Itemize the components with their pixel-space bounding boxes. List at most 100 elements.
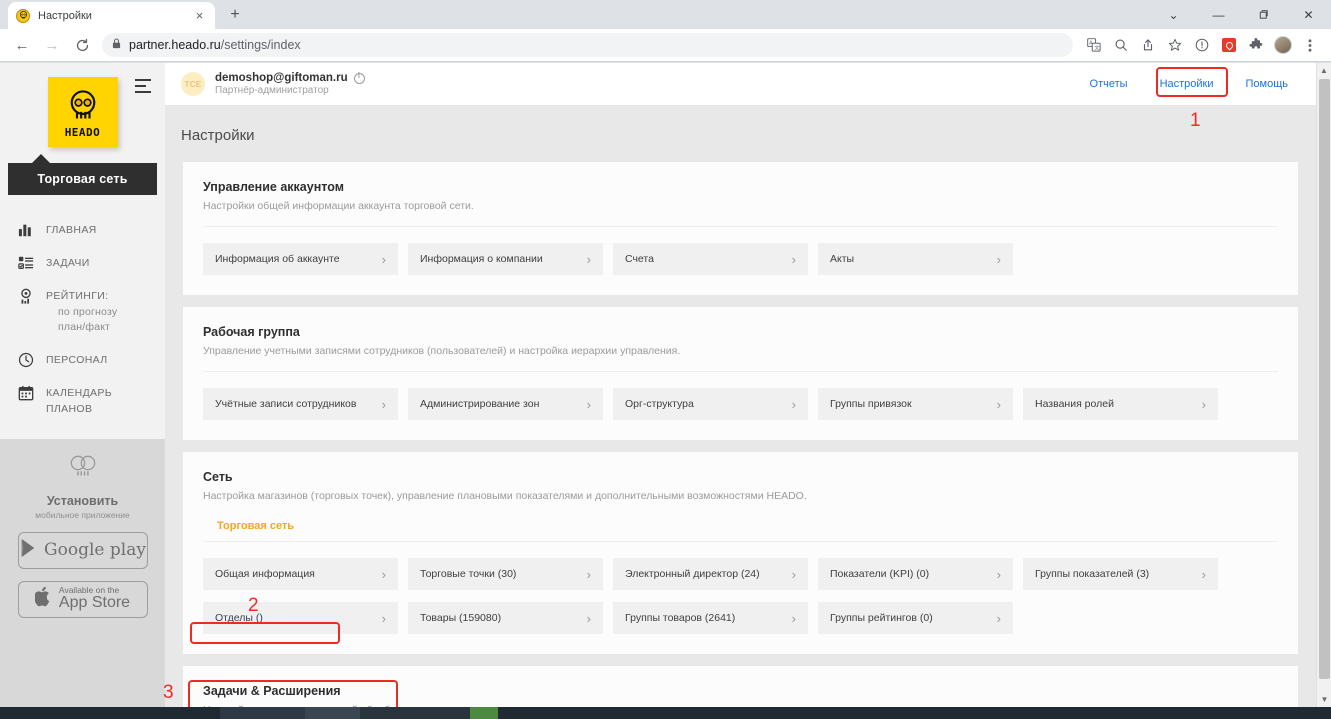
tile-kpi-groups[interactable]: Группы показателей (3) › — [1023, 558, 1218, 590]
os-taskbar — [0, 707, 1331, 719]
tile-label: Группы товаров (2641) — [625, 612, 736, 624]
top-nav: Отчеты Настройки Помощь — [1076, 69, 1302, 99]
section-description: Настройка магазинов (торговых точек), уп… — [203, 490, 807, 502]
taskbar-segment — [498, 707, 1331, 719]
scroll-up-arrow-icon[interactable]: ▲ — [1317, 63, 1331, 78]
nav-settings[interactable]: Настройки — [1146, 69, 1228, 99]
mobile-app-promo: Установить мобильное приложение Google p… — [0, 438, 165, 707]
new-tab-button[interactable]: + — [221, 1, 249, 29]
tile-trade-points[interactable]: Торговые точки (30) › — [408, 558, 603, 590]
tile-label: Товары (159080) — [420, 612, 502, 624]
url-path: /settings/index — [220, 38, 301, 52]
sidebar-item-plan-calendar[interactable]: КАЛЕНДАРЬ ПЛАНОВ — [0, 376, 165, 424]
svg-text:A: A — [1089, 41, 1093, 47]
power-icon[interactable] — [353, 72, 365, 84]
lock-icon — [112, 38, 121, 52]
share-icon[interactable] — [1135, 32, 1161, 58]
nav-help[interactable]: Помощь — [1232, 69, 1303, 99]
tile-products[interactable]: Товары (159080) › — [408, 602, 603, 634]
promo-subtitle: мобильное приложение — [35, 509, 130, 520]
maximize-button[interactable] — [1241, 0, 1286, 29]
chevron-right-icon: › — [381, 566, 386, 582]
section-card-tasks-extensions: Задачи & Расширения Настройка задач и ра… — [183, 666, 1298, 707]
search-icon[interactable] — [1108, 32, 1134, 58]
tile-company-info[interactable]: Информация о компании › — [408, 243, 603, 275]
section-title: Управление аккаунтом — [203, 180, 344, 194]
tab-trade-network[interactable]: Торговая сеть — [203, 518, 308, 541]
section-card-account: Управление аккаунтом Настройки общей инф… — [183, 162, 1298, 295]
sidebar-item-main[interactable]: ГЛАВНАЯ — [0, 213, 165, 246]
tile-binding-groups[interactable]: Группы привязок › — [818, 388, 1013, 420]
tile-role-names[interactable]: Названия ролей › — [1023, 388, 1218, 420]
sidebar-item-label: ЗАДАЧИ — [46, 257, 90, 270]
chevron-right-icon: › — [586, 251, 591, 267]
sidebar-subitem-planfact[interactable]: план/факт — [46, 320, 117, 335]
annotation-number-1: 1 — [1190, 110, 1201, 131]
scrollbar-thumb[interactable] — [1319, 79, 1330, 679]
sidebar-item-ratings[interactable]: РЕЙТИНГИ: по прогнозу план/факт — [0, 279, 165, 343]
back-icon[interactable]: ← — [8, 31, 36, 59]
chevron-right-icon: › — [381, 610, 386, 626]
close-icon[interactable]: × — [192, 8, 207, 23]
sidebar-item-personnel[interactable]: ПЕРСОНАЛ — [0, 343, 165, 376]
google-play-label: Google play — [44, 539, 146, 560]
tab-search-dropdown-icon[interactable]: ⌄ — [1151, 0, 1196, 29]
sidebar-item-tasks[interactable]: ЗАДАЧИ — [0, 246, 165, 279]
app-store-label: Available on the App Store — [59, 586, 130, 612]
tile-label: Группы рейтингов (0) — [830, 612, 933, 624]
tile-product-groups[interactable]: Группы товаров (2641) › — [613, 602, 808, 634]
tile-account-info[interactable]: Информация об аккаунте › — [203, 243, 398, 275]
bookmark-star-icon[interactable] — [1162, 32, 1188, 58]
tile-rating-groups[interactable]: Группы рейтингов (0) › — [818, 602, 1013, 634]
section-card-network: Сеть Настройка магазинов (торговых точек… — [183, 452, 1298, 654]
heado-logo[interactable]: HEADO — [47, 77, 118, 147]
tile-general-info[interactable]: Общая информация › — [203, 558, 398, 590]
nav-reports[interactable]: Отчеты — [1076, 69, 1142, 99]
tile-label: Информация об аккаунте — [215, 253, 340, 265]
forward-icon[interactable]: → — [38, 31, 66, 59]
sidebar-item-label: КАЛЕНДАРЬ ПЛАНОВ — [46, 387, 112, 415]
page-viewport: HEADO Торговая сеть ГЛАВНАЯ ЗАДАЧИ РЕЙТИ… — [0, 63, 1331, 707]
tile-label: Администрирование зон — [420, 398, 540, 410]
tile-departments[interactable]: Отделы () › — [203, 602, 398, 634]
tile-org-structure[interactable]: Орг-структура › — [613, 388, 808, 420]
profile-avatar-icon[interactable] — [1270, 32, 1296, 58]
tile-employee-accounts[interactable]: Учётные записи сотрудников › — [203, 388, 398, 420]
chevron-right-icon: › — [996, 251, 1001, 267]
promo-title: Установить — [46, 493, 119, 508]
tile-label: Группы привязок — [830, 398, 912, 410]
tile-electronic-director[interactable]: Электронный директор (24) › — [613, 558, 808, 590]
sidebar-item-label: РЕЙТИНГИ: — [46, 290, 109, 303]
close-window-button[interactable]: ✕ — [1286, 0, 1331, 29]
puzzle-extensions-icon[interactable] — [1243, 32, 1269, 58]
main-area: ТСЕ demoshop@giftoman.ru Партнёр-админис… — [165, 63, 1316, 707]
vertical-scrollbar[interactable]: ▲ ▼ — [1316, 63, 1331, 707]
sidebar-subitem-forecast[interactable]: по прогнозу — [46, 305, 117, 320]
minimize-button[interactable]: — — [1196, 0, 1241, 29]
google-play-badge[interactable]: Google play — [17, 531, 148, 569]
browser-tab[interactable]: Настройки × — [8, 2, 215, 29]
sidebar-menu: ГЛАВНАЯ ЗАДАЧИ РЕЙТИНГИ: по прогнозу пла… — [0, 213, 165, 425]
settings-content: Настройки Управление аккаунтом Настройки… — [165, 105, 1316, 707]
kebab-menu-icon[interactable] — [1297, 32, 1323, 58]
app-store-badge[interactable]: Available on the App Store — [17, 580, 148, 618]
tile-label: Показатели (KPI) (0) — [830, 568, 930, 580]
extension-red-icon[interactable] — [1216, 32, 1242, 58]
hamburger-collapse-icon[interactable] — [135, 79, 151, 93]
chevron-right-icon: › — [586, 610, 591, 626]
info-circle-icon[interactable] — [1189, 32, 1215, 58]
chevron-right-icon: › — [996, 396, 1001, 412]
tile-label: Акты — [830, 253, 855, 265]
tile-kpi[interactable]: Показатели (KPI) (0) › — [818, 558, 1013, 590]
user-block[interactable]: ТСЕ demoshop@giftoman.ru Партнёр-админис… — [181, 72, 365, 96]
tile-zone-admin[interactable]: Администрирование зон › — [408, 388, 603, 420]
address-bar[interactable]: partner.heado.ru/settings/index — [102, 33, 1073, 57]
translate-icon[interactable]: A 文 — [1081, 32, 1107, 58]
section-description: Управление учетными записями сотрудников… — [203, 345, 681, 357]
reload-icon[interactable] — [68, 31, 96, 59]
app-store-big-text: App Store — [58, 594, 131, 612]
scroll-down-arrow-icon[interactable]: ▼ — [1317, 692, 1331, 707]
tile-invoices[interactable]: Счета › — [613, 243, 808, 275]
tile-acts[interactable]: Акты › — [818, 243, 1013, 275]
top-bar: ТСЕ demoshop@giftoman.ru Партнёр-админис… — [165, 63, 1316, 105]
